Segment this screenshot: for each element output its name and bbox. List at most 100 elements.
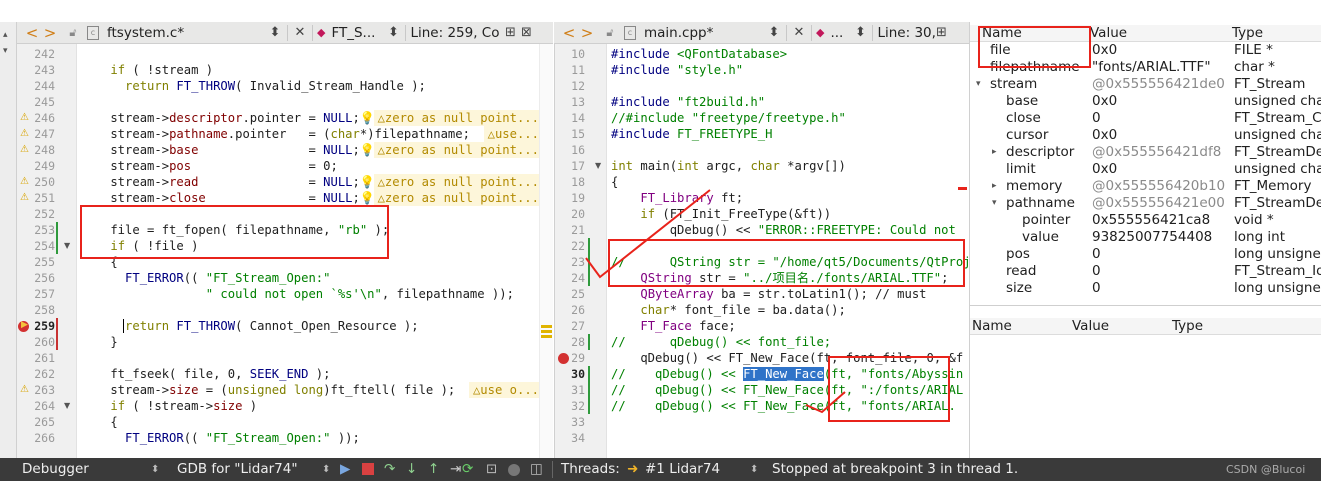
code-line[interactable]: stream->descriptor.pointer = NULL;💡 △zero…	[77, 110, 539, 126]
code-line[interactable]: //#include "freetype/freetype.h"	[607, 110, 969, 126]
line-number[interactable]: 258	[31, 302, 55, 318]
line-number[interactable]: 247	[31, 126, 55, 142]
code-line[interactable]: stream->close = NULL;💡 △zero as null poin…	[77, 190, 539, 206]
line-number[interactable]: 18	[565, 174, 585, 190]
line-number[interactable]: 259	[31, 318, 55, 334]
line-number[interactable]: 251	[31, 190, 55, 206]
line-number[interactable]: 21	[565, 222, 585, 238]
symbol-selector[interactable]: FT_S...	[331, 25, 385, 41]
fold-icon[interactable]: ▼	[64, 398, 74, 414]
code-line[interactable]: // qDebug() << font_file;	[607, 334, 969, 350]
locals-row[interactable]: size 0 long unsigne	[970, 280, 1321, 297]
line-number[interactable]: 255	[31, 254, 55, 270]
line-number[interactable]: 242	[31, 46, 55, 62]
locals-row[interactable]: base 0x0 unsigned cha	[970, 93, 1321, 110]
line-number[interactable]: 33	[565, 414, 585, 430]
inline-warning[interactable]: △zero as null point...	[373, 174, 539, 190]
step-over-icon[interactable]: ↷	[384, 458, 395, 481]
locals-row[interactable]: ▾ stream @0x555556421de0 FT_Stream	[970, 76, 1321, 93]
split-icon[interactable]: ⊞	[502, 25, 518, 40]
code-line[interactable]: stream->read = NULL;💡 △zero as null point…	[77, 174, 539, 190]
variable-value[interactable]: @0x555556421de0	[1092, 76, 1225, 93]
locals-row[interactable]: close 0 FT_Stream_C	[970, 110, 1321, 127]
collapsed-arrow-icon[interactable]: ▸	[992, 144, 997, 161]
line-number[interactable]: 11	[565, 62, 585, 78]
warning-icon[interactable]: ⚠	[20, 174, 30, 190]
variable-value[interactable]: @0x555556421df8	[1092, 144, 1221, 161]
code-line[interactable]	[77, 302, 539, 318]
cursor-position[interactable]: Line: 259, Co	[410, 25, 502, 41]
code-line[interactable]: qDebug() << "ERROR::FREETYPE: Could not	[607, 222, 969, 238]
symbol-dropdown-icon[interactable]: ⬍	[385, 25, 401, 40]
locals-row[interactable]: ▸ descriptor @0x555556421df8 FT_StreamDe	[970, 144, 1321, 161]
watch-name-header[interactable]: Name	[972, 318, 1012, 335]
line-number[interactable]: 244	[31, 78, 55, 94]
close-file-button[interactable]: ✕	[791, 25, 807, 40]
code-line[interactable]: {	[77, 414, 539, 430]
code-line[interactable]: #include FT_FREETYPE_H	[607, 126, 969, 142]
line-number[interactable]: 264	[31, 398, 55, 414]
inline-warning[interactable]: △use o...	[468, 382, 539, 398]
variable-value[interactable]: 0x555556421ca8	[1092, 212, 1210, 229]
line-number[interactable]: 34	[565, 430, 585, 446]
locals-row[interactable]: read 0 FT_Stream_Io	[970, 263, 1321, 280]
line-number[interactable]: 15	[565, 126, 585, 142]
line-number[interactable]: 261	[31, 350, 55, 366]
expanded-arrow-icon[interactable]: ▾	[976, 76, 981, 93]
line-number[interactable]: 10	[565, 46, 585, 62]
line-number[interactable]: 257	[31, 286, 55, 302]
file-name[interactable]: main.cpp*	[644, 25, 766, 41]
run-to-line-icon[interactable]: ⇥	[450, 458, 461, 481]
locals-row[interactable]: limit 0x0 unsigned cha	[970, 161, 1321, 178]
locals-row[interactable]: pos 0 long unsigne	[970, 246, 1321, 263]
variable-value[interactable]: 0x0	[1092, 161, 1117, 178]
thread-selector[interactable]: #1 Lidar74	[645, 458, 720, 481]
line-number[interactable]: 23	[565, 254, 585, 270]
line-number[interactable]: 26	[565, 302, 585, 318]
expanded-arrow-icon[interactable]: ▾	[992, 195, 997, 212]
code-line[interactable]: FT_Face face;	[607, 318, 969, 334]
variable-value[interactable]: 0x0	[1092, 42, 1117, 59]
code-line[interactable]	[607, 142, 969, 158]
variable-value[interactable]: 0	[1092, 280, 1101, 297]
line-number[interactable]: 25	[565, 286, 585, 302]
variable-value[interactable]: @0x555556421e00	[1092, 195, 1225, 212]
inline-warning[interactable]: △zero as null point...	[373, 142, 539, 158]
type-column-header[interactable]: Type	[1232, 25, 1263, 42]
code-line[interactable]: {	[607, 174, 969, 190]
line-number[interactable]: 30	[565, 366, 585, 382]
code-line[interactable]: #include <QFontDatabase>	[607, 46, 969, 62]
line-number[interactable]: 16	[565, 142, 585, 158]
line-number[interactable]: 24	[565, 270, 585, 286]
code-line[interactable]	[607, 430, 969, 446]
line-number[interactable]: 243	[31, 62, 55, 78]
engine-selector[interactable]: GDB for "Lidar74"	[177, 458, 298, 481]
code-line[interactable]: " could not open `%s'\n", filepathname )…	[77, 286, 539, 302]
value-column-header[interactable]: Value	[1090, 25, 1127, 42]
line-number[interactable]: 256	[31, 270, 55, 286]
warning-icon[interactable]: ⚠	[20, 190, 30, 206]
line-number[interactable]: 246	[31, 110, 55, 126]
line-number[interactable]: 22	[565, 238, 585, 254]
debugger-mode-selector[interactable]: Debugger	[22, 458, 89, 481]
code-line[interactable]: if ( !stream->size )	[77, 398, 539, 414]
code-line[interactable]: FT_Library ft;	[607, 190, 969, 206]
engine-dropdown-icon[interactable]: ⬍	[322, 458, 330, 481]
code-line[interactable]	[77, 350, 539, 366]
variable-value[interactable]: 93825007754408	[1092, 229, 1212, 246]
warning-icon[interactable]: ⚠	[20, 126, 30, 142]
code-line[interactable]: FT_ERROR(( "FT_Stream_Open:"	[77, 270, 539, 286]
code-line[interactable]: FT_ERROR(( "FT_Stream_Open:" ));	[77, 430, 539, 446]
line-number[interactable]: 253	[31, 222, 55, 238]
close-file-button[interactable]: ✕	[292, 25, 308, 40]
left-scrollbar[interactable]	[539, 44, 553, 458]
line-number[interactable]: 263	[31, 382, 55, 398]
line-number[interactable]: 266	[31, 430, 55, 446]
line-number[interactable]: 250	[31, 174, 55, 190]
line-number[interactable]: 32	[565, 398, 585, 414]
line-number[interactable]: 17	[565, 158, 585, 174]
split-icon[interactable]: ⊞	[933, 25, 949, 40]
line-number[interactable]: 262	[31, 366, 55, 382]
locals-row[interactable]: ▸ memory @0x555556420b10 FT_Memory	[970, 178, 1321, 195]
code-line[interactable]: #include "style.h"	[607, 62, 969, 78]
